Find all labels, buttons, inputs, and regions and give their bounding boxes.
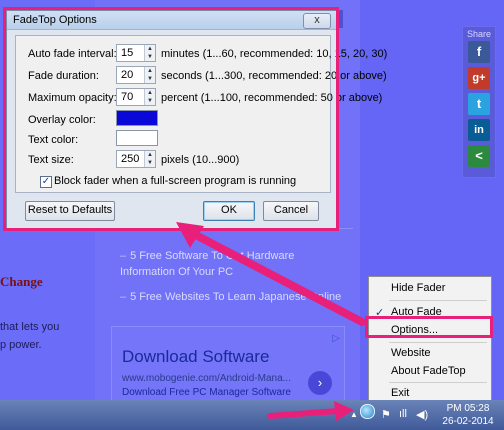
twitter-icon[interactable]: t bbox=[468, 93, 490, 115]
spin-value: 70 bbox=[121, 91, 134, 103]
field-label: Fade duration: bbox=[28, 70, 99, 82]
overlay-color-row: Overlay color: bbox=[16, 110, 330, 130]
field-label: Maximum opacity: bbox=[28, 92, 117, 104]
options-panel: Auto fade interval: 15 ▲ ▼ minutes (1...6… bbox=[15, 35, 387, 193]
reset-to-defaults-button[interactable]: Reset to Defaults bbox=[25, 201, 115, 221]
menu-item-label: Options... bbox=[391, 324, 439, 336]
spin-down-icon[interactable]: ▼ bbox=[145, 159, 155, 167]
menu-item-options[interactable]: Options... bbox=[369, 322, 491, 340]
maximum-opacity-row: Maximum opacity: 70 ▲ ▼ percent (1...100,… bbox=[16, 88, 382, 108]
spin-value: 15 bbox=[121, 47, 134, 59]
menu-item-label: Website bbox=[391, 347, 431, 359]
checkmark-icon: ✓ bbox=[375, 307, 385, 319]
bullet-dash: – bbox=[120, 291, 127, 303]
block-fader-checkbox[interactable]: ✓ bbox=[40, 176, 52, 188]
taskbar: ▲ ⚑ ıll ◀) PM 05:28 26-02-2014 bbox=[0, 400, 504, 430]
menu-separator bbox=[389, 382, 487, 383]
field-label: Auto fade interval: bbox=[28, 48, 117, 60]
ad-title[interactable]: Download Software bbox=[122, 347, 269, 367]
action-center-flag-icon[interactable]: ⚑ bbox=[381, 408, 391, 421]
related-link-text: 5 Free Websites To Learn Japanese Online bbox=[130, 291, 342, 303]
article-heading[interactable]: Change bbox=[0, 274, 43, 290]
spin-up-icon[interactable]: ▲ bbox=[145, 67, 155, 75]
spin-up-icon[interactable]: ▲ bbox=[145, 45, 155, 53]
fade-duration-row: Fade duration: 20 ▲ ▼ seconds (1...300, r… bbox=[16, 66, 387, 86]
menu-item-label: Exit bbox=[391, 387, 410, 399]
text-size-input[interactable]: 250 ▲ ▼ bbox=[116, 150, 156, 168]
menu-item-hide-fader[interactable]: Hide Fader bbox=[369, 280, 491, 298]
show-hidden-icons-icon[interactable]: ▲ bbox=[350, 410, 358, 419]
dialog-title: FadeTop Options bbox=[13, 14, 97, 26]
spin-down-icon[interactable]: ▼ bbox=[145, 75, 155, 83]
spin-value: 250 bbox=[121, 153, 140, 165]
auto-fade-interval-input[interactable]: 15 ▲ ▼ bbox=[116, 44, 156, 62]
volume-icon[interactable]: ◀) bbox=[416, 408, 428, 421]
ad-arrow-icon[interactable]: › bbox=[308, 371, 332, 395]
related-link-text: Information Of Your PC bbox=[120, 266, 234, 278]
google-plus-icon[interactable]: g+ bbox=[468, 67, 490, 89]
spin-buttons[interactable]: ▲ ▼ bbox=[144, 151, 155, 167]
related-link[interactable]: –5 Free Software To Get Hardware Informa… bbox=[120, 248, 350, 280]
menu-item-label: Hide Fader bbox=[391, 282, 446, 294]
menu-item-label: About FadeTop bbox=[391, 365, 466, 377]
tray-context-menu: Hide Fader ✓ Auto Fade Options... Website… bbox=[368, 276, 492, 406]
spin-buttons[interactable]: ▲ ▼ bbox=[144, 67, 155, 83]
share-icon[interactable]: < bbox=[468, 145, 490, 167]
related-link[interactable]: –5 Free Websites To Learn Japanese Onlin… bbox=[120, 289, 350, 305]
text-size-row: Text size: 250 ▲ ▼ pixels (10...900) bbox=[16, 150, 330, 170]
block-fader-label[interactable]: Block fader when a full-screen program i… bbox=[54, 175, 296, 187]
overlay-color-swatch[interactable] bbox=[116, 110, 158, 126]
spin-down-icon[interactable]: ▼ bbox=[145, 97, 155, 105]
cancel-button[interactable]: Cancel bbox=[263, 201, 319, 221]
tray-clock[interactable]: PM 05:28 26-02-2014 bbox=[440, 402, 496, 428]
article-text-line: that lets you bbox=[0, 321, 60, 333]
menu-separator bbox=[389, 300, 487, 301]
menu-item-about[interactable]: About FadeTop bbox=[369, 363, 491, 381]
dialog-titlebar[interactable]: FadeTop Options x bbox=[7, 11, 337, 30]
spin-buttons[interactable]: ▲ ▼ bbox=[144, 89, 155, 105]
spin-up-icon[interactable]: ▲ bbox=[145, 89, 155, 97]
spin-down-icon[interactable]: ▼ bbox=[145, 53, 155, 61]
related-link-text: 5 Free Software To Get Hardware bbox=[130, 250, 295, 262]
fade-duration-input[interactable]: 20 ▲ ▼ bbox=[116, 66, 156, 84]
field-hint: percent (1...100, recommended: 50 or abo… bbox=[161, 92, 383, 104]
ad-description: Download Free PC Manager Software bbox=[122, 387, 291, 398]
ad-url[interactable]: www.mobogenie.com/Android-Mana... bbox=[122, 373, 291, 384]
field-hint: seconds (1...300, recommended: 20 or abo… bbox=[161, 70, 387, 82]
article-text-line: p power. bbox=[0, 339, 42, 351]
spin-value: 20 bbox=[121, 69, 134, 81]
menu-item-label: Auto Fade bbox=[391, 306, 442, 318]
network-signal-icon[interactable]: ıll bbox=[399, 408, 407, 420]
text-color-row: Text color: bbox=[16, 130, 330, 150]
menu-separator bbox=[389, 342, 487, 343]
menu-item-auto-fade[interactable]: ✓ Auto Fade bbox=[369, 304, 491, 322]
spin-up-icon[interactable]: ▲ bbox=[145, 151, 155, 159]
clock-time: PM 05:28 bbox=[446, 403, 490, 414]
ad-box[interactable]: ▷ Download Software www.mobogenie.com/An… bbox=[111, 326, 345, 402]
share-bar: Share f g+ t in < bbox=[462, 26, 496, 178]
field-label: Overlay color: bbox=[28, 114, 96, 126]
field-label: Text size: bbox=[28, 154, 74, 166]
auto-fade-interval-row: Auto fade interval: 15 ▲ ▼ minutes (1...6… bbox=[16, 44, 387, 64]
field-hint: minutes (1...60, recommended: 10, 15, 20… bbox=[161, 48, 388, 60]
menu-item-website[interactable]: Website bbox=[369, 345, 491, 363]
field-label: Text color: bbox=[28, 134, 79, 146]
fadetop-tray-icon[interactable] bbox=[360, 404, 375, 419]
maximum-opacity-input[interactable]: 70 ▲ ▼ bbox=[116, 88, 156, 106]
ok-button[interactable]: OK bbox=[203, 201, 255, 221]
facebook-icon[interactable]: f bbox=[468, 41, 490, 63]
share-label: Share bbox=[467, 29, 492, 39]
field-hint: pixels (10...900) bbox=[161, 154, 240, 166]
close-button[interactable]: x bbox=[303, 13, 331, 29]
clock-date: 26-02-2014 bbox=[442, 416, 494, 427]
linkedin-icon[interactable]: in bbox=[468, 119, 490, 141]
fadetop-options-dialog: FadeTop Options x Auto fade interval: 15… bbox=[6, 10, 387, 230]
adchoices-icon[interactable]: ▷ bbox=[332, 333, 340, 344]
spin-buttons[interactable]: ▲ ▼ bbox=[144, 45, 155, 61]
text-color-swatch[interactable] bbox=[116, 130, 158, 146]
bullet-dash: – bbox=[120, 250, 127, 262]
